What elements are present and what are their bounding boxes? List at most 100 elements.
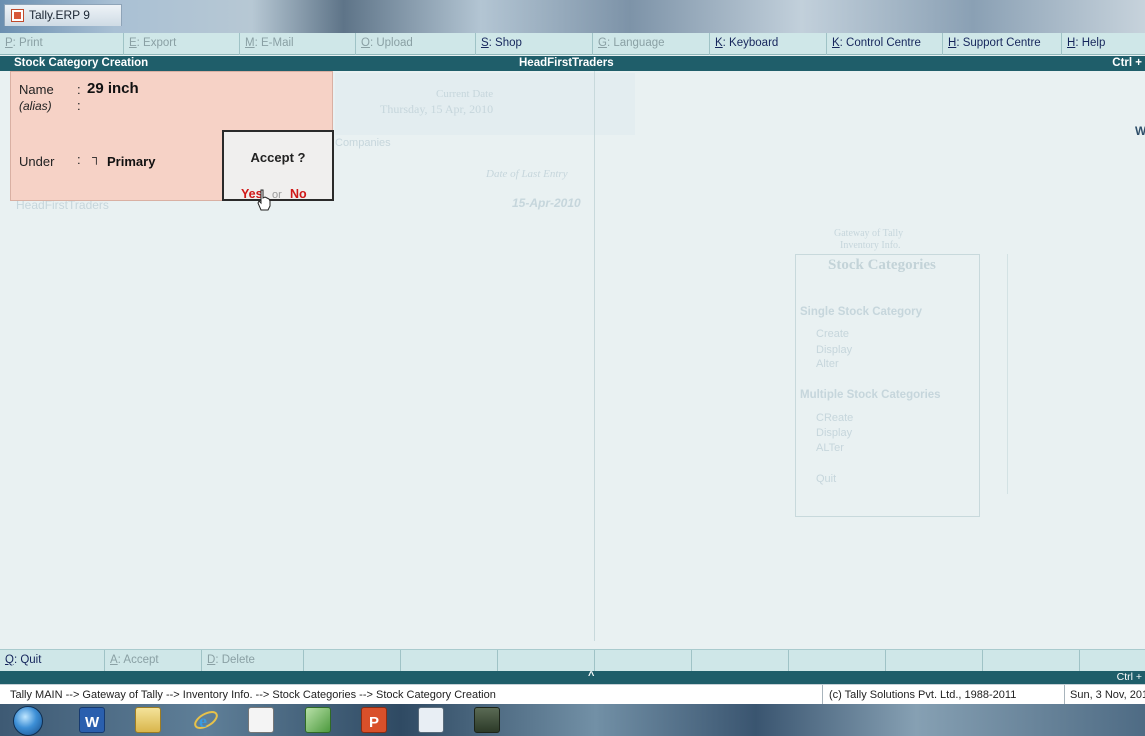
name-separator: : (77, 82, 81, 97)
delete-button[interactable]: D: Delete (202, 650, 304, 672)
language-button[interactable]: G: Language (593, 33, 710, 55)
bottom-empty-button-2[interactable] (401, 650, 498, 672)
name-field[interactable]: 29 inch (87, 80, 139, 97)
folder-icon[interactable] (135, 707, 161, 733)
menu-item-alter[interactable]: Alter (816, 358, 839, 370)
svg-text:W: W (85, 714, 100, 731)
scroll-ctrl-hint: Ctrl + (1116, 671, 1142, 683)
status-bar: Tally MAIN --> Gateway of Tally --> Inve… (0, 684, 1145, 705)
tally-icon[interactable] (248, 707, 274, 733)
ie-glyph-icon: e (194, 711, 218, 731)
green-app-icon[interactable] (305, 707, 331, 733)
shop-label: : Shop (488, 37, 522, 49)
companies-column-label: Companies (335, 137, 391, 149)
status-copyright: (c) Tally Solutions Pvt. Ltd., 1988-2011 (822, 685, 1058, 705)
email-key: M (245, 37, 255, 49)
language-key: G (598, 37, 607, 49)
stock-categories-menu-title: Stock Categories (828, 257, 936, 273)
upload-key: O (361, 37, 370, 49)
powerpoint-glyph-icon: P (369, 714, 379, 731)
media-icon[interactable] (474, 707, 500, 733)
bottom-empty-button-7[interactable] (886, 650, 983, 672)
bottom-empty-button-5[interactable] (692, 650, 789, 672)
print-key: P (5, 37, 13, 49)
right-edge-text: W (1135, 124, 1145, 138)
control-centre-label: : Control Centre (839, 37, 921, 49)
internet-explorer-icon[interactable]: e (193, 707, 219, 733)
hand-cursor-icon (257, 189, 271, 211)
control-centre-key: K (832, 37, 840, 49)
menu-item-create[interactable]: Create (816, 328, 849, 340)
name-label: Name (19, 82, 54, 97)
accept-key: A (110, 654, 118, 666)
powerpoint-icon[interactable]: P (361, 707, 387, 733)
keyboard-button[interactable]: K: Keyboard (710, 33, 827, 55)
under-label: Under (19, 154, 55, 169)
menu-item-multi-create[interactable]: CReate (816, 412, 853, 424)
word-icon[interactable]: W (79, 707, 105, 733)
upload-label: : Upload (369, 37, 413, 49)
bottom-empty-button-8[interactable] (983, 650, 1080, 672)
bottom-empty-button-4[interactable] (595, 650, 692, 672)
email-button[interactable]: M: E-Mail (240, 33, 356, 55)
support-centre-button[interactable]: H: Support Centre (943, 33, 1062, 55)
scroll-strip: ^ Ctrl + (0, 670, 1145, 684)
tally-screen: Tally.ERP 9 P: Print E: Export M: E-Mail… (0, 0, 1145, 736)
window-title: Tally.ERP 9 (29, 8, 90, 22)
bottom-empty-button-1[interactable] (304, 650, 401, 672)
screen-title: Stock Category Creation (14, 57, 149, 69)
alias-label: (alias) (19, 99, 52, 113)
window-titlebar: Tally.ERP 9 (0, 0, 1145, 33)
word-glyph-icon: W (85, 714, 100, 731)
bottom-button-bar: Q: Quit A: Accept D: Delete (0, 649, 1145, 672)
header-ctrl-hint: Ctrl + (1112, 57, 1142, 69)
menu-item-quit[interactable]: Quit (816, 473, 836, 485)
windows-taskbar: W e P (0, 704, 1145, 736)
accept-dialog: Accept ? Yes or No (222, 130, 334, 201)
right-panel-divider (1007, 254, 1008, 494)
svg-text:P: P (369, 714, 379, 731)
single-category-heading: Single Stock Category (800, 306, 923, 318)
under-field[interactable]: Primary (107, 154, 155, 169)
bottom-empty-button-9[interactable] (1080, 650, 1145, 672)
company-name: HeadFirstTraders (519, 57, 614, 69)
multiple-categories-heading: Multiple Stock Categories (800, 389, 941, 401)
status-date: Sun, 3 Nov, 201 (1064, 685, 1145, 705)
document-icon[interactable] (418, 707, 444, 733)
scroll-up-icon[interactable]: ^ (588, 670, 594, 682)
bottom-empty-button-6[interactable] (789, 650, 886, 672)
top-button-bar: P: Print E: Export M: E-Mail O: Upload S… (0, 33, 1145, 55)
help-button[interactable]: H: Help (1062, 33, 1145, 55)
help-label: : Help (1075, 37, 1106, 49)
tally-app-icon (11, 9, 24, 22)
email-label: : E-Mail (254, 37, 294, 49)
menu-item-display[interactable]: Display (816, 344, 852, 356)
last-entry-value: 15-Apr-2010 (512, 196, 581, 210)
language-label: : Language (606, 37, 665, 49)
menu-item-multi-display[interactable]: Display (816, 427, 852, 439)
control-centre-button[interactable]: K: Control Centre (827, 33, 943, 55)
current-date-value: Thursday, 15 Apr, 2010 (380, 102, 494, 116)
print-button[interactable]: P: Print (0, 33, 124, 55)
shop-key: S (481, 37, 489, 49)
export-button[interactable]: E: Export (124, 33, 240, 55)
window-tab[interactable]: Tally.ERP 9 (4, 4, 122, 26)
export-key: E (129, 37, 137, 49)
accept-question: Accept ? (250, 150, 306, 165)
quit-label: : Quit (13, 654, 42, 666)
support-centre-label: : Support Centre (956, 37, 1041, 49)
last-entry-label: Date of Last Entry (486, 168, 568, 180)
current-date-label: Current Date (436, 88, 494, 100)
list-marker-icon: ┐ (92, 150, 101, 164)
shop-button[interactable]: S: Shop (476, 33, 593, 55)
bottom-empty-button-3[interactable] (498, 650, 595, 672)
gateway-breadcrumb-2: Inventory Info. (840, 240, 901, 251)
svg-text:e: e (199, 711, 207, 731)
menu-item-multi-alter[interactable]: ALTer (816, 442, 844, 454)
center-divider (594, 71, 595, 641)
accept-no-button[interactable]: No (290, 187, 307, 201)
quit-button[interactable]: Q: Quit (0, 650, 105, 672)
accept-button[interactable]: A: Accept (105, 650, 202, 672)
start-orb-icon[interactable] (13, 706, 43, 736)
upload-button[interactable]: O: Upload (356, 33, 476, 55)
